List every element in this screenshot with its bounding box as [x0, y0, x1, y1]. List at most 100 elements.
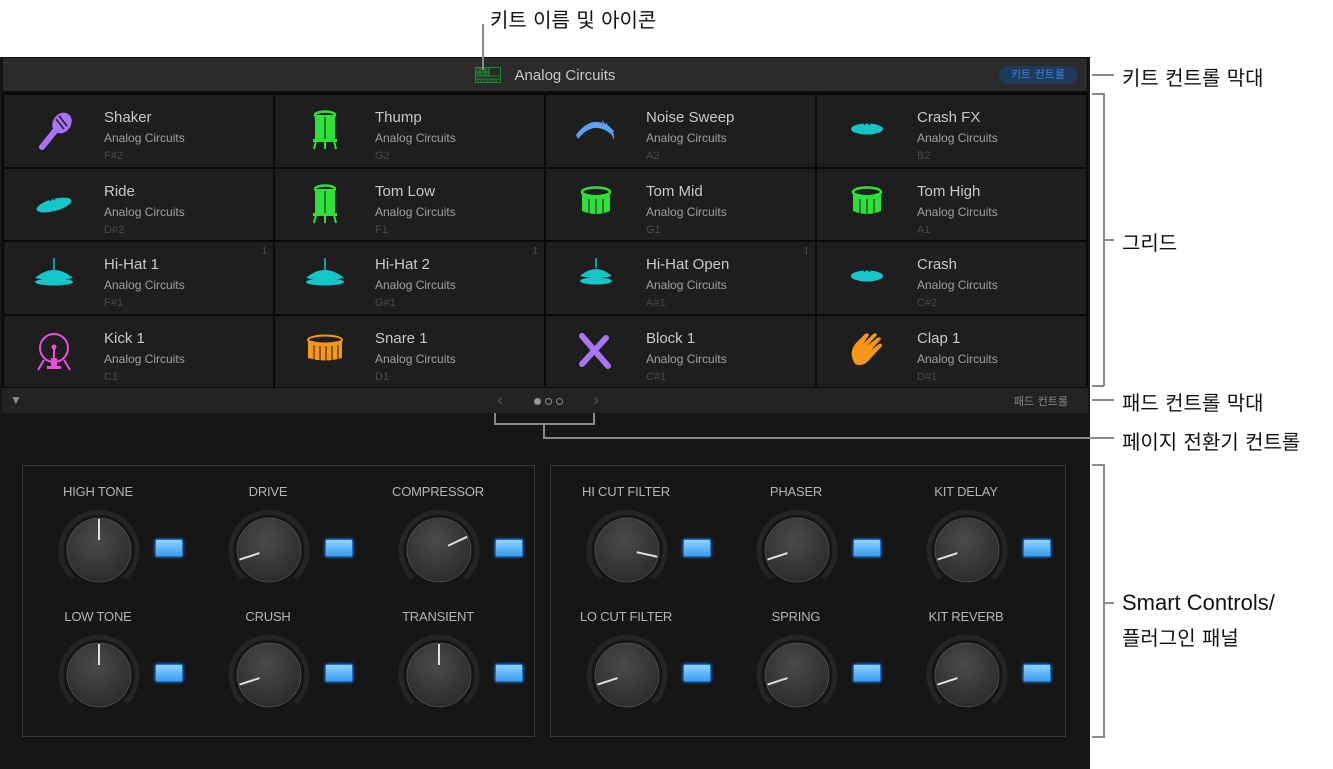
- control-led-button[interactable]: [325, 664, 353, 682]
- pad-note: D#2: [104, 223, 125, 236]
- smart-control-kit-delay: KIT DELAY: [901, 466, 1071, 591]
- control-led-button[interactable]: [683, 539, 711, 557]
- chevron-right-icon[interactable]: ›: [590, 392, 602, 410]
- control-led-button[interactable]: [155, 664, 183, 682]
- knob[interactable]: [585, 508, 669, 592]
- control-label: KIT REVERB: [928, 609, 1004, 624]
- pad-10[interactable]: Hi-Hat 2 Analog Circuits G#1 1: [275, 242, 544, 314]
- pad-kit-name: Analog Circuits: [104, 204, 185, 219]
- pad-kit-name: Analog Circuits: [646, 204, 727, 219]
- page-dot-1[interactable]: [533, 397, 541, 405]
- control-label: KIT DELAY: [934, 484, 998, 499]
- pad-1[interactable]: Shaker Analog Circuits F#2: [4, 95, 273, 167]
- collapse-triangle-icon[interactable]: ▼: [10, 393, 22, 407]
- page-dot-3[interactable]: [555, 397, 563, 405]
- smart-control-compressor: COMPRESSOR: [373, 466, 543, 591]
- pad-control-bar: ▼ ‹ › 패드 컨트롤: [2, 387, 1088, 413]
- knob[interactable]: [755, 633, 839, 717]
- pad-3[interactable]: Noise Sweep Analog Circuits A2: [546, 95, 815, 167]
- knob[interactable]: [397, 508, 481, 592]
- pad-kit-name: Analog Circuits: [104, 278, 185, 292]
- pad-kit-name: Analog Circuits: [375, 278, 456, 292]
- control-led-button[interactable]: [853, 539, 881, 557]
- control-led-button[interactable]: [1023, 664, 1051, 682]
- noise-wave-icon: [572, 109, 620, 153]
- control-label: LO CUT FILTER: [579, 609, 673, 624]
- control-led-button[interactable]: [155, 539, 183, 557]
- smart-controls-panel-left: HIGH TONE DRIVE COMPRESSOR LOW TONE CRUS…: [22, 465, 535, 737]
- pad-4[interactable]: Crash FX Analog Circuits B2: [817, 95, 1086, 167]
- pad-6[interactable]: Tom Low Analog Circuits F1: [275, 168, 544, 240]
- smart-control-crush: CRUSH: [203, 591, 373, 716]
- pad-note: F#1: [104, 297, 123, 309]
- pad-note: G2: [375, 150, 390, 162]
- pad-11[interactable]: Hi-Hat Open Analog Circuits A#1 1: [546, 242, 815, 314]
- smart-control-phaser: PHASER: [731, 466, 901, 591]
- control-led-button[interactable]: [325, 539, 353, 557]
- pad-name: Tom Mid: [646, 182, 703, 200]
- knob[interactable]: [57, 633, 141, 717]
- smart-control-kit-reverb: KIT REVERB: [901, 591, 1071, 716]
- knob[interactable]: [925, 508, 1009, 592]
- pad-7[interactable]: Tom Mid Analog Circuits G1: [546, 168, 815, 240]
- kit-title[interactable]: Analog Circuits: [3, 58, 1087, 92]
- pad-kit-name: Analog Circuits: [104, 351, 185, 366]
- control-led-button[interactable]: [853, 664, 881, 682]
- knob[interactable]: [227, 508, 311, 592]
- pad-controls-button[interactable]: 패드 컨트롤: [1014, 393, 1068, 409]
- page-dot-2[interactable]: [544, 397, 552, 405]
- kit-control-bar: Analog Circuits 키트 컨트롤: [2, 57, 1088, 93]
- tom-drum-icon: [572, 183, 620, 227]
- pad-12[interactable]: Crash Analog Circuits C#2: [817, 242, 1086, 314]
- callout-grid: 그리드: [1122, 231, 1178, 255]
- knob[interactable]: [755, 508, 839, 592]
- smart-control-spring: SPRING: [731, 591, 901, 716]
- callout-bracket-grid-bottom: [1092, 385, 1104, 387]
- knob[interactable]: [925, 633, 1009, 717]
- control-label: HIGH TONE: [63, 484, 133, 499]
- pad-name: Clap 1: [917, 329, 961, 347]
- pad-name: Crash: [917, 256, 958, 273]
- callout-bracket-sc-bottom: [1092, 736, 1104, 738]
- smart-control-lo-cut-filter: LO CUT FILTER: [561, 591, 731, 716]
- pad-13[interactable]: Kick 1 Analog Circuits C1: [4, 315, 273, 387]
- pad-choke-group-badge: 1: [532, 246, 538, 257]
- pad-note: B2: [917, 150, 931, 162]
- control-led-button[interactable]: [1023, 539, 1051, 557]
- page-switcher: ‹ ›: [494, 391, 602, 411]
- pad-note: C#1: [646, 370, 667, 383]
- control-led-button[interactable]: [683, 664, 711, 682]
- kit-controls-button[interactable]: 키트 컨트롤: [998, 66, 1077, 84]
- knob[interactable]: [57, 508, 141, 592]
- cymbal-icon: [843, 109, 891, 153]
- callout-bracket-page-stem: [543, 424, 545, 438]
- pad-9[interactable]: Hi-Hat 1 Analog Circuits F#1 1: [4, 242, 273, 314]
- pad-name: Hi-Hat 2: [375, 256, 431, 273]
- clap-hand-icon: [843, 330, 891, 374]
- ride-cymbal-icon: [30, 183, 78, 227]
- pad-16[interactable]: Clap 1 Analog Circuits D#1: [817, 315, 1086, 387]
- pad-5[interactable]: Ride Analog Circuits D#2: [4, 168, 273, 240]
- pad-8[interactable]: Tom High Analog Circuits A1: [817, 168, 1086, 240]
- pad-15[interactable]: Block 1 Analog Circuits C#1: [546, 315, 815, 387]
- pad-note: D1: [375, 370, 390, 383]
- control-led-button[interactable]: [495, 539, 523, 557]
- knob[interactable]: [227, 633, 311, 717]
- smart-control-high-tone: HIGH TONE: [33, 466, 203, 591]
- pad-2[interactable]: Thump Analog Circuits G2: [275, 95, 544, 167]
- hihat-open-icon: [572, 256, 620, 300]
- crossed-sticks-icon: [572, 330, 620, 374]
- callout-line-pad-bar: [1092, 399, 1114, 401]
- page-dots: [533, 397, 563, 405]
- smart-control-hi-cut-filter: HI CUT FILTER: [561, 466, 731, 591]
- pad-note: C#2: [917, 297, 938, 309]
- pad-kit-name: Analog Circuits: [375, 131, 456, 145]
- pad-kit-name: Analog Circuits: [646, 131, 727, 145]
- control-led-button[interactable]: [495, 664, 523, 682]
- callout-page-switcher: 페이지 전환기 컨트롤: [1122, 430, 1301, 454]
- knob[interactable]: [397, 633, 481, 717]
- pad-14[interactable]: Snare 1 Analog Circuits D1: [275, 315, 544, 387]
- smart-controls-panel-right: HI CUT FILTER PHASER KIT DELAY LO CUT FI…: [550, 465, 1066, 737]
- knob[interactable]: [585, 633, 669, 717]
- chevron-left-icon[interactable]: ‹: [494, 392, 506, 410]
